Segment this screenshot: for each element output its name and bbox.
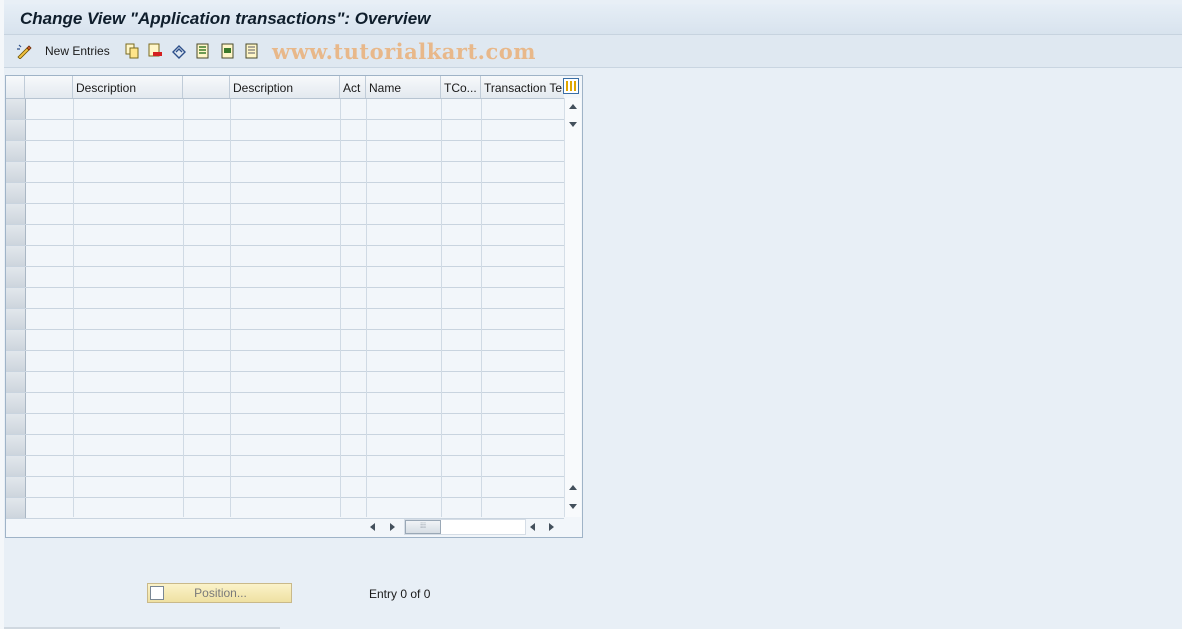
- column-header-transaction-text[interactable]: Transaction Te: [481, 76, 564, 98]
- undo-icon: [172, 45, 186, 59]
- delete-button[interactable]: [147, 42, 163, 60]
- column-header[interactable]: [183, 76, 230, 98]
- application-toolbar: New Entries www.tutorialkart.com: [4, 35, 1182, 68]
- row-selector[interactable]: [6, 183, 26, 203]
- row-selector[interactable]: [6, 498, 26, 518]
- row-selector[interactable]: [6, 372, 26, 392]
- column-header-tcode[interactable]: TCo...: [441, 76, 481, 98]
- sap-window: Change View "Application transactions": …: [0, 0, 1182, 629]
- row-selector[interactable]: [6, 351, 26, 371]
- row-selector[interactable]: [6, 414, 26, 434]
- scroll-right-arrow-icon[interactable]: [390, 523, 395, 531]
- select-block-button[interactable]: [220, 42, 236, 60]
- column-header-description[interactable]: Description: [73, 76, 183, 98]
- row-selector[interactable]: [6, 267, 26, 287]
- page-title: Change View "Application transactions": …: [20, 9, 431, 28]
- delete-icon: [148, 43, 162, 57]
- row-selector[interactable]: [6, 204, 26, 224]
- scroll-down-arrow-icon[interactable]: [569, 122, 577, 127]
- scroll-left-end-arrow-icon[interactable]: [530, 523, 535, 531]
- column-header-name[interactable]: Name: [366, 76, 441, 98]
- scroll-up-arrow-icon[interactable]: [569, 104, 577, 109]
- row-selector[interactable]: [6, 162, 26, 182]
- copy-icon: [125, 43, 139, 59]
- position-button[interactable]: Position...: [147, 583, 292, 603]
- scroll-left-arrow-icon[interactable]: [370, 523, 375, 531]
- entry-count: Entry 0 of 0: [369, 587, 431, 601]
- column-header[interactable]: [25, 76, 73, 98]
- row-selector[interactable]: [6, 477, 26, 497]
- column-divider: [230, 99, 231, 517]
- column-divider: [441, 99, 442, 517]
- display-change-icon: [17, 44, 32, 59]
- row-selector[interactable]: [6, 393, 26, 413]
- row-selector[interactable]: [6, 288, 26, 308]
- copy-button[interactable]: [124, 42, 140, 60]
- row-selector[interactable]: [6, 330, 26, 350]
- scroll-right-end-arrow-icon[interactable]: [549, 523, 554, 531]
- column-header-act[interactable]: Act: [340, 76, 366, 98]
- column-header-description-2[interactable]: Description: [230, 76, 340, 98]
- select-all-icon: [196, 43, 209, 59]
- column-divider: [183, 99, 184, 517]
- column-divider: [340, 99, 341, 517]
- window-edge: [0, 0, 4, 629]
- row-selector[interactable]: [6, 246, 26, 266]
- new-entries-button[interactable]: New Entries: [45, 42, 110, 60]
- table-control: Description Description Act Name TCo... …: [5, 75, 583, 538]
- select-block-icon: [221, 43, 234, 59]
- table-header: Description Description Act Name TCo... …: [6, 76, 564, 99]
- watermark: www.tutorialkart.com: [272, 39, 536, 64]
- deselect-all-icon: [245, 43, 258, 59]
- scroll-page-down-arrow-icon[interactable]: [569, 504, 577, 509]
- row-selector[interactable]: [6, 225, 26, 245]
- horizontal-scroll-track[interactable]: ⁞⁞⁞: [404, 519, 526, 535]
- new-entries-label: New Entries: [45, 44, 110, 58]
- title-bar: Change View "Application transactions": …: [4, 4, 1182, 35]
- column-divider: [366, 99, 367, 517]
- select-all-button[interactable]: [195, 42, 211, 60]
- row-selector[interactable]: [6, 120, 26, 140]
- position-button-label: Position...: [194, 586, 247, 600]
- row-selector[interactable]: [6, 99, 26, 119]
- display-change-button[interactable]: [16, 42, 32, 60]
- horizontal-scrollbar[interactable]: ⁞⁞⁞: [6, 517, 582, 537]
- row-selector[interactable]: [6, 309, 26, 329]
- deselect-all-button[interactable]: [244, 42, 260, 60]
- row-selector[interactable]: [6, 141, 26, 161]
- row-selector[interactable]: [6, 456, 26, 476]
- row-selector[interactable]: [6, 435, 26, 455]
- horizontal-scroll-thumb[interactable]: ⁞⁞⁞: [405, 520, 441, 534]
- vertical-scrollbar[interactable]: [564, 98, 581, 517]
- column-divider: [481, 99, 482, 517]
- row-selector-header[interactable]: [6, 76, 25, 98]
- undo-button[interactable]: [171, 42, 187, 60]
- table-settings-button[interactable]: [563, 78, 579, 94]
- scroll-page-up-arrow-icon[interactable]: [569, 485, 577, 490]
- column-divider: [73, 99, 74, 517]
